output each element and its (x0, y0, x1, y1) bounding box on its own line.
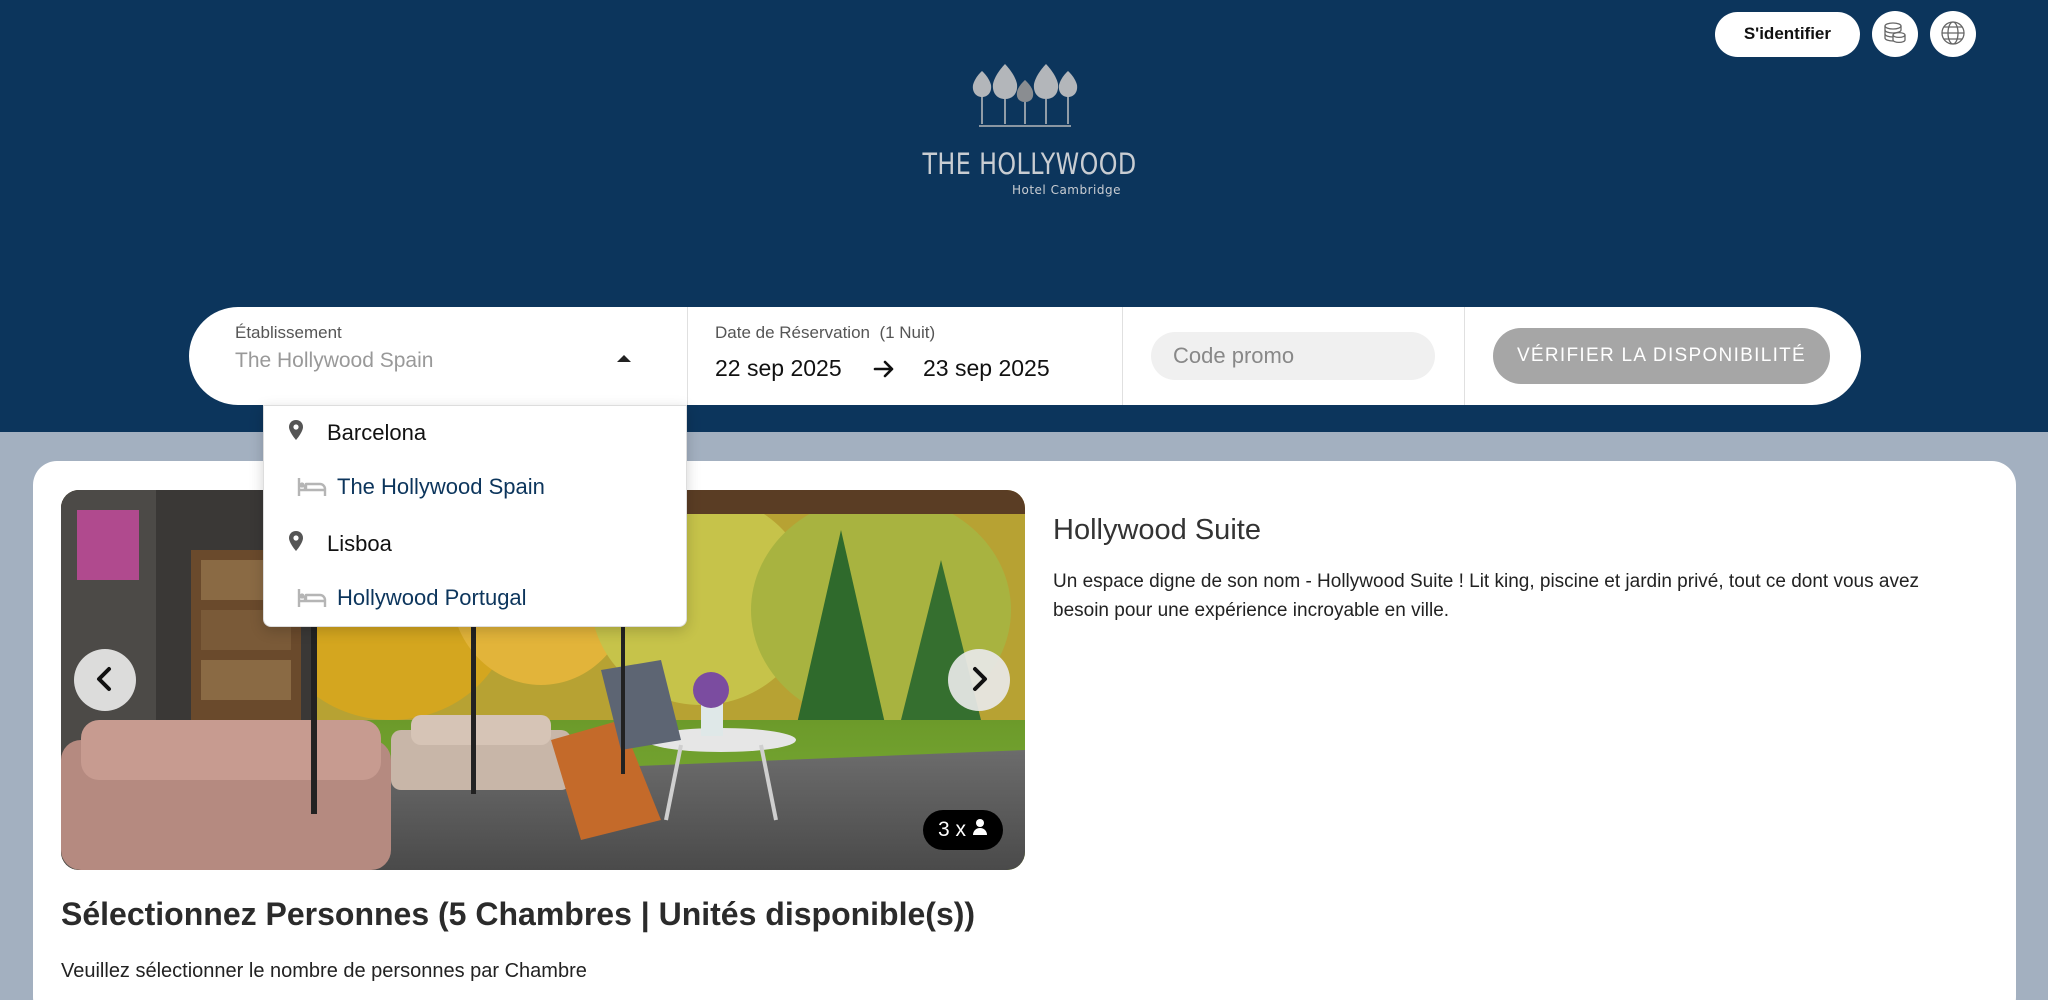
map-pin-icon (286, 527, 306, 562)
bed-icon (297, 587, 327, 614)
top-actions: S'identifier (1714, 11, 1976, 57)
next-image-button[interactable] (948, 649, 1010, 711)
dropdown-city-label: Lisboa (327, 531, 392, 556)
arrow-right-icon (872, 357, 896, 386)
dropdown-hotel-label: Hollywood Portugal (337, 585, 527, 610)
header: S'identifier THE HOLLYWOOD Hotel Cambrid… (0, 0, 2048, 432)
establishment-dropdown: Barcelona The Hollywood Spain Lisboa Hol… (263, 405, 687, 627)
date-to: 23 sep 2025 (923, 355, 1050, 381)
chevron-right-icon (964, 664, 994, 697)
room-title: Hollywood Suite (1053, 514, 1261, 546)
select-persons-subtitle: Veuillez sélectionner le nombre de perso… (61, 960, 587, 982)
date-range-picker[interactable]: Date de Réservation (1 Nuit) 22 sep 2025… (688, 307, 1122, 405)
logo-subtitle: Hotel Cambridge (1011, 183, 1121, 197)
check-availability-button[interactable]: VÉRIFIER LA DISPONIBILITÉ (1493, 328, 1830, 384)
map-pin-icon (286, 416, 306, 451)
establishment-value: The Hollywood Spain (235, 349, 434, 372)
coins-icon (1882, 20, 1908, 49)
establishment-select[interactable]: Établissement The Hollywood Spain (189, 307, 687, 405)
room-description: Un espace digne de son nom - Hollywood S… (1053, 571, 1920, 621)
globe-icon (1939, 19, 1967, 50)
guest-count: 3 x (937, 818, 966, 841)
divider (1464, 307, 1465, 405)
signin-button[interactable]: S'identifier (1714, 11, 1860, 57)
establishment-label: Établissement (235, 323, 342, 342)
dropdown-city-barcelona[interactable]: Barcelona (264, 408, 688, 460)
nights-label: (1 Nuit) (879, 323, 936, 342)
promo-code-input[interactable] (1151, 332, 1435, 380)
chevron-left-icon (90, 664, 120, 697)
trees-logo-icon (972, 64, 1078, 127)
currency-button[interactable] (1872, 11, 1918, 57)
guest-capacity-badge: 3 x (923, 810, 1003, 850)
logo-name: THE HOLLYWOOD (922, 147, 1137, 181)
caret-up-icon (617, 355, 631, 362)
dropdown-hotel-hollywood-portugal[interactable]: Hollywood Portugal (264, 573, 688, 625)
select-persons-title: Sélectionnez Personnes (5 Chambres | Uni… (61, 896, 976, 932)
dates-label: Date de Réservation (1 Nuit) (715, 323, 936, 342)
divider (1122, 307, 1123, 405)
previous-image-button[interactable] (74, 649, 136, 711)
dropdown-hotel-the-hollywood-spain[interactable]: The Hollywood Spain (264, 462, 688, 514)
bed-icon (297, 476, 327, 503)
booking-search-bar: Établissement The Hollywood Spain Date d… (189, 307, 1861, 405)
hotel-logo: THE HOLLYWOOD Hotel Cambridge (900, 62, 1150, 197)
dropdown-city-label: Barcelona (327, 420, 427, 445)
language-button[interactable] (1930, 11, 1976, 57)
dropdown-city-lisboa[interactable]: Lisboa (264, 519, 688, 571)
dropdown-hotel-label: The Hollywood Spain (337, 474, 545, 499)
date-from: 22 sep 2025 (715, 355, 842, 381)
person-icon (972, 818, 988, 842)
